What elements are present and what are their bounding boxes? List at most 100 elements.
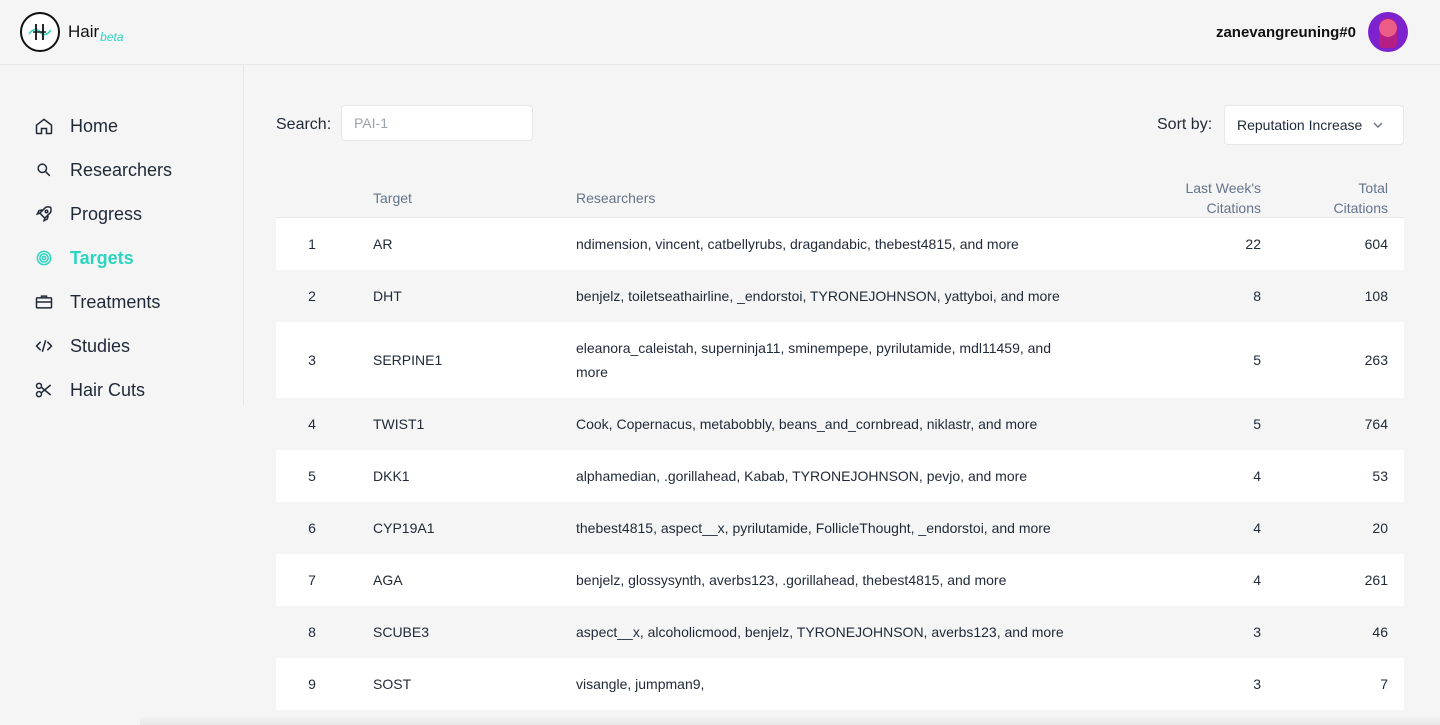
row-researchers: thebest4815, aspect__x, pyrilutamide, Fo… — [576, 520, 1051, 536]
briefcase-icon — [35, 295, 53, 309]
row-target[interactable]: SERPINE1 — [373, 348, 442, 372]
avatar[interactable] — [1368, 12, 1408, 52]
search-label: Search: — [276, 116, 332, 133]
row-total-citations: 604 — [1364, 236, 1388, 252]
sidebar-item-studies[interactable]: Studies — [34, 331, 130, 361]
row-total-citations: 20 — [1372, 520, 1388, 536]
row-index: 4 — [308, 416, 316, 432]
row-last-week-citations: 3 — [1253, 624, 1261, 640]
row-last-week-citations: 8 — [1253, 288, 1261, 304]
sidebar-item-targets[interactable]: Targets — [34, 243, 134, 273]
sidebar-item-hair-cuts[interactable]: Hair Cuts — [34, 375, 145, 405]
app-logo[interactable]: Hair beta — [20, 12, 124, 52]
column-header-target[interactable]: Target — [373, 188, 412, 208]
row-index: 5 — [308, 468, 316, 484]
row-total-citations: 261 — [1364, 572, 1388, 588]
logo-icon — [20, 12, 60, 52]
chevron-down-icon — [1373, 122, 1383, 128]
row-target[interactable]: DKK1 — [373, 464, 410, 488]
column-header-researchers[interactable]: Researchers — [576, 188, 655, 208]
row-last-week-citations: 5 — [1253, 352, 1261, 368]
top-bar: Hair beta zanevangreuning#0 — [0, 0, 1440, 65]
sidebar-item-researchers[interactable]: Researchers — [34, 155, 172, 185]
table-row[interactable]: 5 DKK1 alphamedian, .gorillahead, Kabab, T… — [276, 450, 1404, 502]
table-row[interactable]: 1 AR ndimension, vincent, catbellyrubs, dr… — [276, 218, 1404, 270]
home-icon — [35, 118, 53, 135]
sidebar-item-label: Home — [70, 115, 119, 136]
sidebar-item-progress[interactable]: Progress — [34, 199, 142, 229]
username: zanevangreuning#0 — [1215, 23, 1356, 41]
row-target[interactable]: AGA — [373, 568, 403, 592]
header-line: Total — [1358, 180, 1388, 196]
row-last-week-citations: 5 — [1253, 416, 1261, 432]
row-target[interactable]: SOST — [373, 672, 411, 696]
row-total-citations: 263 — [1364, 352, 1388, 368]
row-last-week-citations: 4 — [1253, 572, 1261, 588]
row-target[interactable]: AR — [373, 232, 392, 256]
table-row[interactable]: 3 SERPINE1 eleanora_caleistah, superninja1… — [276, 322, 1404, 398]
row-researchers: benjelz, toiletseathairline, _endorstoi,… — [576, 288, 1060, 304]
row-total-citations: 46 — [1372, 624, 1388, 640]
row-target[interactable]: SCUBE3 — [373, 620, 429, 644]
sidebar-item-treatments[interactable]: Treatments — [34, 287, 160, 317]
row-researchers: eleanora_caleistah, superninja11, sminem… — [576, 340, 1051, 380]
row-last-week-citations: 3 — [1253, 676, 1261, 692]
row-researchers: alphamedian, .gorillahead, Kabab, TYRONE… — [576, 468, 1028, 484]
sidebar: Home Researchers Progress Targets Treatm… — [0, 65, 244, 405]
table-row[interactable]: 2 DHT benjelz, toiletseathairline, _endors… — [276, 270, 1404, 322]
row-index: 6 — [308, 520, 316, 536]
row-index: 3 — [308, 352, 316, 368]
row-target[interactable]: CYP19A1 — [373, 516, 434, 540]
beta-badge: beta — [100, 30, 124, 44]
table-header: Target Researchers Last Week's Citations… — [276, 170, 1404, 218]
sidebar-item-label: Progress — [70, 203, 143, 224]
sidebar-item-label: Hair Cuts — [70, 379, 146, 400]
row-index: 1 — [308, 236, 316, 252]
sidebar-item-label: Studies — [70, 335, 131, 356]
table-row[interactable]: 8 SCUBE3 aspect__x, alcoholicmood, benjelz… — [276, 606, 1404, 658]
header-line: Last Week's — [1185, 180, 1261, 196]
column-header-total-citations[interactable]: Total Citations — [1334, 178, 1388, 218]
sidebar-item-label: Treatments — [70, 291, 161, 312]
row-total-citations: 7 — [1380, 676, 1388, 692]
header-line: Citations — [1333, 200, 1388, 216]
scissors-icon — [35, 382, 52, 398]
row-total-citations: 53 — [1372, 468, 1388, 484]
search-input[interactable] — [341, 105, 533, 141]
row-index: 2 — [308, 288, 316, 304]
sidebar-item-home[interactable]: Home — [34, 111, 118, 141]
code-icon — [35, 339, 53, 353]
sidebar-item-label: Researchers — [70, 159, 173, 180]
row-index: 8 — [308, 624, 316, 640]
sort-label: Sort by: — [1157, 116, 1213, 133]
row-researchers: visangle, jumpman9, — [576, 676, 705, 692]
row-last-week-citations: 22 — [1245, 236, 1261, 252]
row-target[interactable]: TWIST1 — [373, 412, 424, 436]
row-researchers: ndimension, vincent, catbellyrubs, draga… — [576, 236, 1019, 252]
table-row[interactable]: 6 CYP19A1 thebest4815, aspect__x, pyriluta… — [276, 502, 1404, 554]
row-index: 7 — [308, 572, 316, 588]
row-last-week-citations: 4 — [1253, 468, 1261, 484]
table-row[interactable]: 4 TWIST1 Cook, Copernacus, metabobbly, bea… — [276, 398, 1404, 450]
table-row[interactable]: 9 SOST visangle, jumpman9, 3 7 — [276, 658, 1404, 710]
row-researchers: aspect__x, alcoholicmood, benjelz, TYRON… — [576, 624, 1064, 640]
user-menu[interactable]: zanevangreuning#0 — [1216, 12, 1408, 52]
header-line: Citations — [1206, 200, 1261, 216]
target-icon — [36, 250, 52, 266]
table-row[interactable]: 7 AGA benjelz, glossysynth, averbs123, .go… — [276, 554, 1404, 606]
sort-value: Reputation Increase — [1237, 117, 1363, 133]
row-total-citations: 764 — [1364, 416, 1388, 432]
sidebar-item-label: Targets — [70, 247, 134, 268]
search-icon — [37, 163, 51, 177]
rocket-icon — [35, 206, 52, 223]
column-header-last-week-citations[interactable]: Last Week's Citations — [1185, 178, 1261, 218]
row-researchers: Cook, Copernacus, metabobbly, beans_and_… — [576, 416, 1038, 432]
row-total-citations: 108 — [1364, 288, 1388, 304]
row-researchers: benjelz, glossysynth, averbs123, .gorill… — [576, 572, 1007, 588]
row-target[interactable]: DHT — [373, 284, 402, 308]
sort-select[interactable]: Reputation Increase — [1224, 105, 1404, 145]
app-name: Hair — [68, 22, 100, 41]
row-last-week-citations: 4 — [1253, 520, 1261, 536]
row-index: 9 — [308, 676, 316, 692]
bottom-shadow — [140, 715, 1440, 725]
